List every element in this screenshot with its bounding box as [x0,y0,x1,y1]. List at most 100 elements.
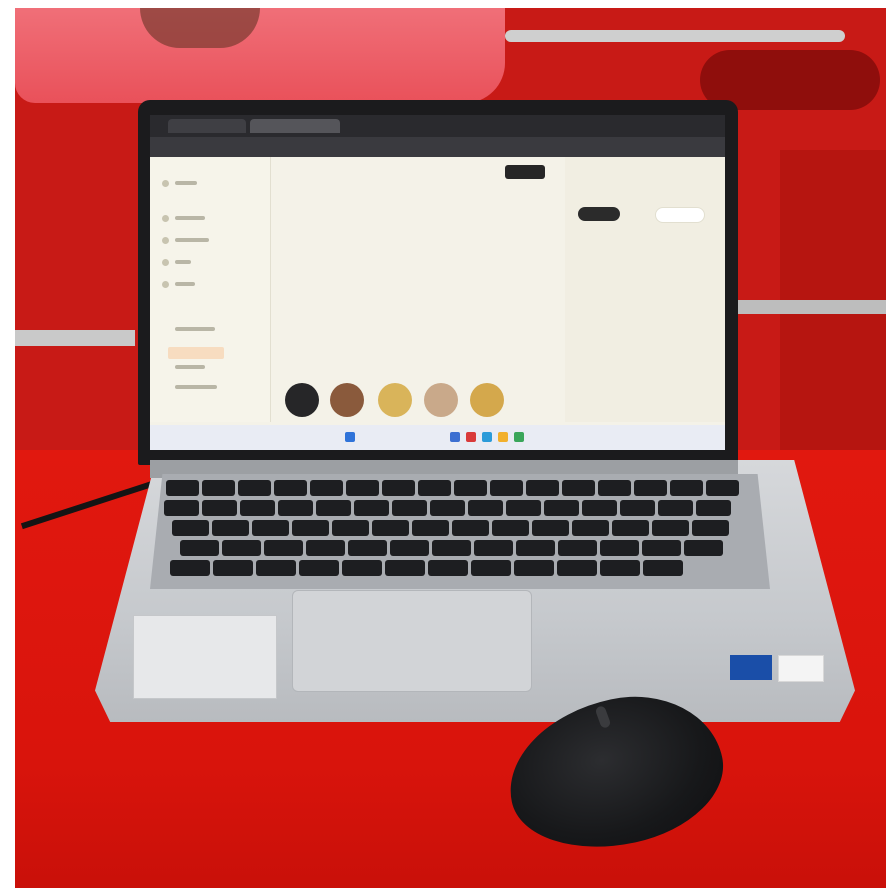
keyboard-key [562,480,595,496]
browser-tab [168,119,246,133]
app-icon [514,432,524,442]
keyboard-key [292,520,329,536]
keyboard-key [390,540,429,556]
keyboard-key [256,560,296,576]
intel-badge [730,655,772,680]
browser-tab-strip [150,115,725,137]
dot-icon [162,237,169,244]
keyboard-key [600,560,640,576]
keyboard-key [572,520,609,536]
keyboard-key [642,540,681,556]
keyboard-key [471,560,511,576]
keyboard-key [382,480,415,496]
keyboard-key [372,520,409,536]
sidebar-item [175,181,197,185]
keyboard-key [264,540,303,556]
dot-icon [162,281,169,288]
keyboard-key [454,480,487,496]
keyboard-key [532,520,569,536]
dot-icon [162,180,169,187]
keyboard-key [598,480,631,496]
keyboard-key [202,480,235,496]
keyboard-key [706,480,739,496]
keyboard-key [354,500,389,516]
keyboard-key [306,540,345,556]
keyboard-key [164,500,199,516]
keyboard-key [252,520,289,536]
app-icon [466,432,476,442]
sidebar-item [175,260,191,264]
keyboard-key [299,560,339,576]
avatar [470,383,504,417]
browser-address-bar [150,137,725,157]
keyboard-key [452,520,489,536]
browser-tab-active [250,119,340,133]
avatar [285,383,319,417]
sidebar-item [175,385,217,389]
dell-sticker [133,615,277,699]
app-icon [482,432,492,442]
keyboard-key [392,500,427,516]
keyboard-key [692,520,729,536]
keyboard-key [385,560,425,576]
dark-button [505,165,545,179]
keyboard-key [418,480,451,496]
person-pink-shirt [15,8,505,103]
keyboard-key [278,500,313,516]
toggle-pill-active [578,207,620,221]
sidebar-item [175,216,205,220]
chair-rail-top [505,30,845,42]
keyboard-key [514,560,554,576]
processor-badge [778,655,824,682]
keyboard-key [684,540,723,556]
keyboard-key [346,480,379,496]
laptop-screen [150,115,725,450]
chair-rail-right [735,300,886,314]
keyboard-key [696,500,731,516]
sidebar-item [175,365,205,369]
keyboard-key [310,480,343,496]
keyboard-keys [160,480,760,582]
keyboard-key [342,560,382,576]
keyboard-key [180,540,219,556]
keyboard-key [430,500,465,516]
keyboard-key [468,500,503,516]
app-icon [498,432,508,442]
dot-icon [162,215,169,222]
avatar [378,383,412,417]
keyboard-key [202,500,237,516]
keyboard-key [670,480,703,496]
touchpad [292,590,532,692]
avatar [330,383,364,417]
app-icon [345,432,355,442]
keyboard-key [432,540,471,556]
keyboard-key [544,500,579,516]
sidebar-highlight [168,347,224,359]
keyboard-key [492,520,529,536]
keyboard-key [526,480,559,496]
app-sidebar [150,157,271,422]
keyboard-key [490,480,523,496]
keyboard-key [658,500,693,516]
keyboard-key [634,480,667,496]
toggle-pill [655,207,705,223]
keyboard-key [274,480,307,496]
keyboard-key [582,500,617,516]
keyboard-key [652,520,689,536]
keyboard-key [412,520,449,536]
keyboard-key [222,540,261,556]
keyboard-key [170,560,210,576]
photo-scene [0,0,886,891]
keyboard-key [506,500,541,516]
avatar [424,383,458,417]
sidebar-item [175,282,195,286]
keyboard-key [316,500,351,516]
keyboard-key [557,560,597,576]
keyboard-key [172,520,209,536]
keyboard-key [240,500,275,516]
keyboard-key [332,520,369,536]
sidebar-item [175,238,209,242]
chair-rail-left [15,330,135,346]
keyboard-key [348,540,387,556]
keyboard-key [166,480,199,496]
